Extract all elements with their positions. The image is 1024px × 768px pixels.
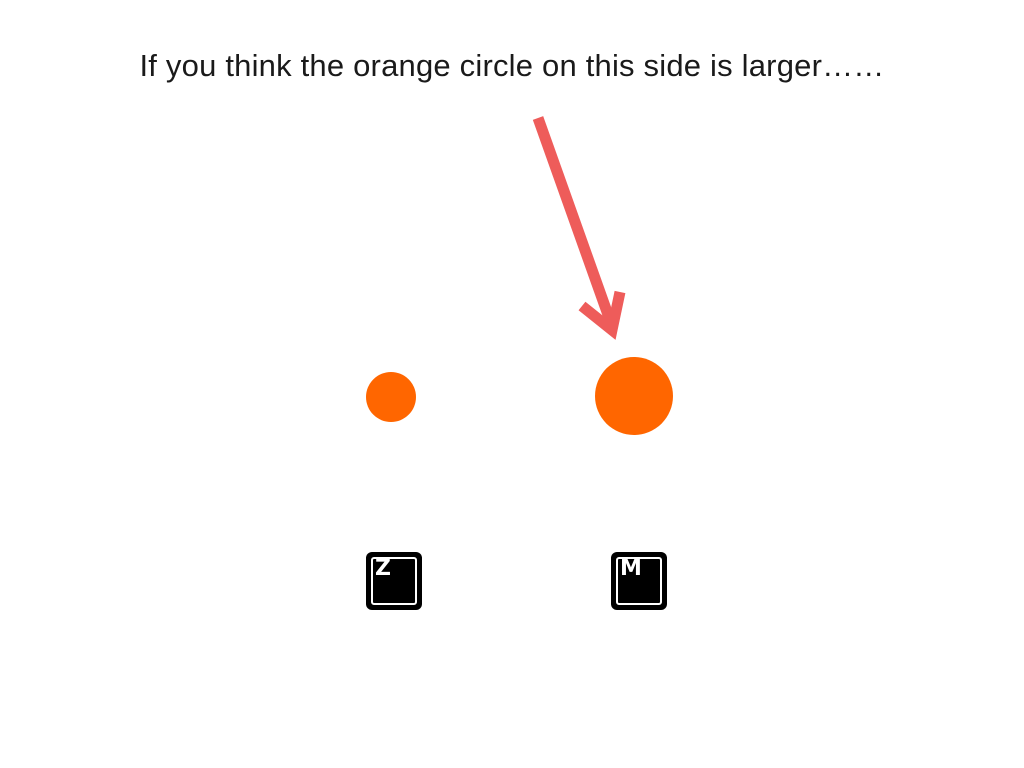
arrow-shaft <box>532 116 618 328</box>
instruction-text: If you think the orange circle on this s… <box>139 48 885 83</box>
m-key-label: M <box>620 556 642 581</box>
left-orange-circle <box>366 372 416 422</box>
pointer-arrow-icon <box>532 116 626 340</box>
arrow-head <box>578 290 626 340</box>
z-key-label: Z <box>375 556 391 581</box>
m-key-icon: M <box>611 552 667 610</box>
z-key-icon: Z <box>366 552 422 610</box>
right-orange-circle <box>595 357 673 435</box>
slide: If you think the orange circle on this s… <box>0 0 1024 768</box>
